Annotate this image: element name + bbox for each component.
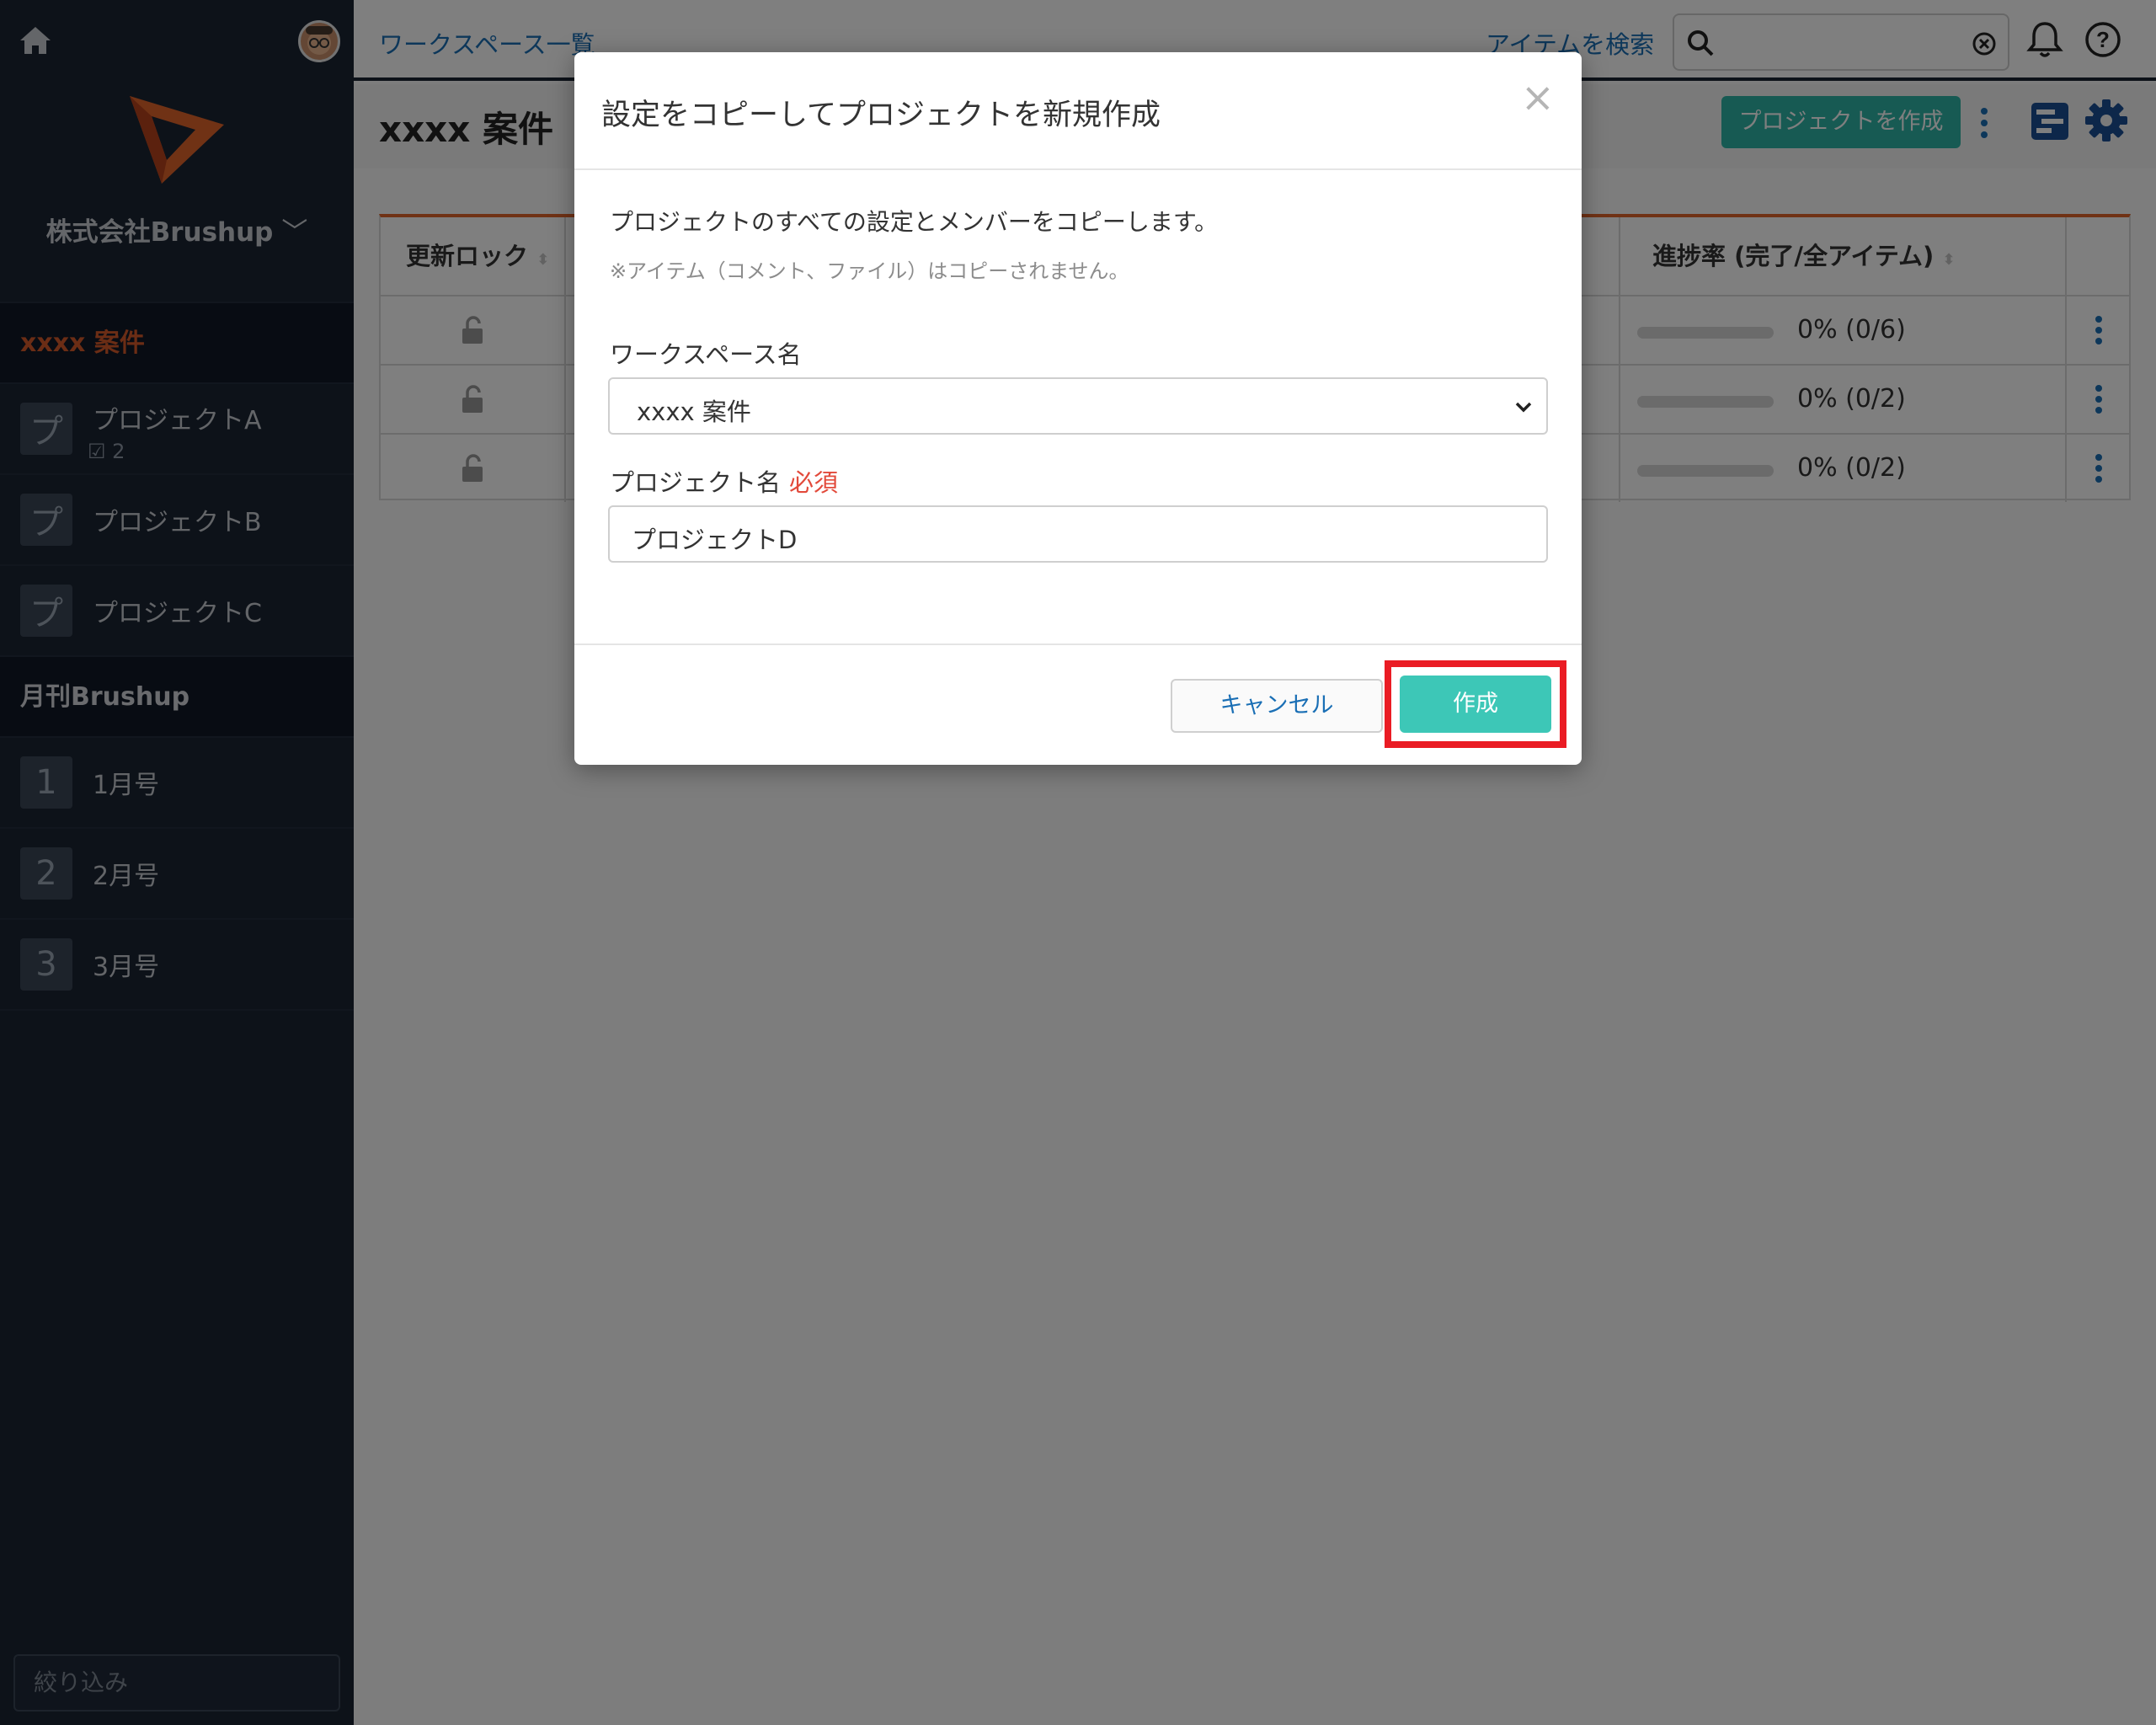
project-name-label: プロジェクト名 必須: [610, 468, 839, 497]
copy-project-dialog: 設定をコピーしてプロジェクトを新規作成 × プロジェクトのすべての設定とメンバー…: [574, 52, 1582, 765]
project-name-value: プロジェクトD: [632, 526, 798, 554]
create-button[interactable]: 作成: [1400, 676, 1551, 733]
dialog-footer: キャンセル 作成: [574, 644, 1582, 765]
workspace-select[interactable]: xxxx 案件: [608, 377, 1548, 435]
dialog-header: 設定をコピーしてプロジェクトを新規作成 ×: [574, 52, 1582, 170]
workspace-select-value: xxxx 案件: [637, 398, 751, 426]
chevron-down-icon: [1515, 402, 1532, 413]
workspace-label: ワークスペース名: [610, 340, 802, 369]
project-name-input[interactable]: プロジェクトD: [608, 505, 1548, 563]
close-icon[interactable]: ×: [1521, 77, 1555, 118]
required-badge: 必須: [789, 468, 839, 497]
dialog-description: プロジェクトのすべての設定とメンバーをコピーします。: [610, 208, 1219, 236]
dialog-note: ※アイテム（コメント、ファイル）はコピーされません。: [610, 259, 1129, 283]
dialog-title: 設定をコピーしてプロジェクトを新規作成: [601, 99, 1161, 132]
cancel-button[interactable]: キャンセル: [1171, 679, 1383, 733]
